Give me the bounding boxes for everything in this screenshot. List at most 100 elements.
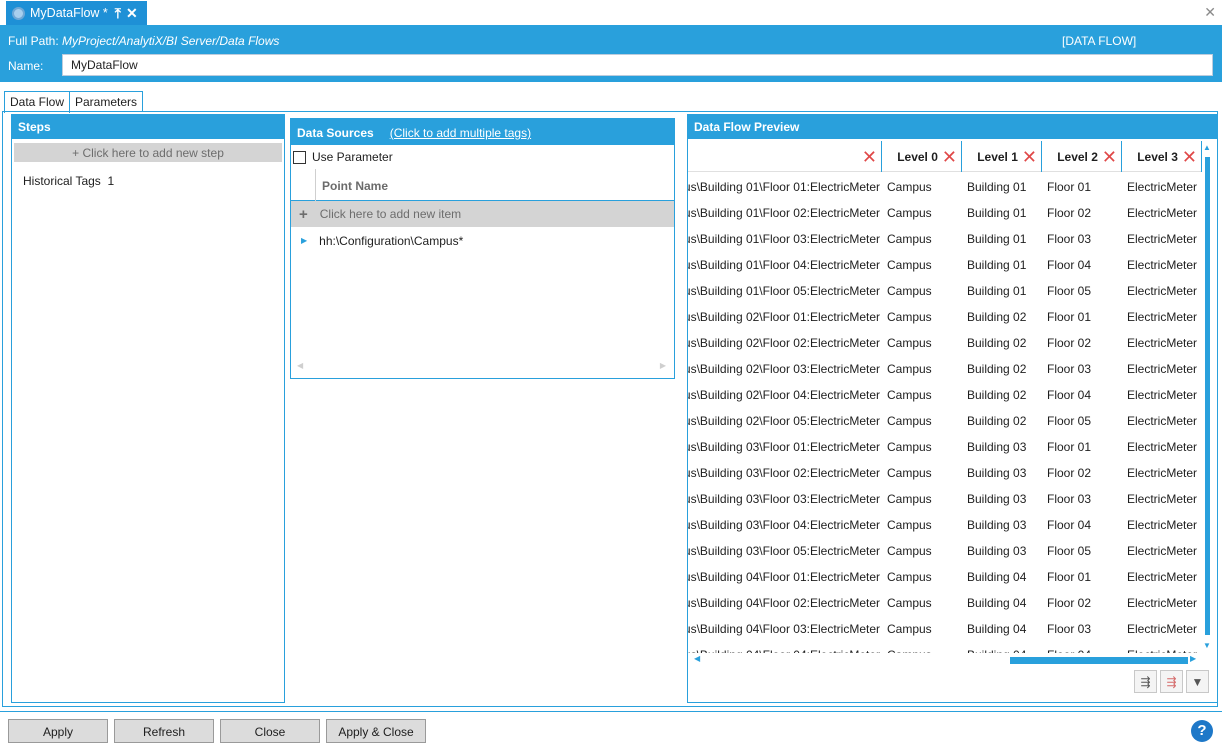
preview-cell-level-0: Campus	[887, 258, 932, 272]
scroll-down-icon[interactable]: ▼	[1203, 641, 1211, 650]
scroll-up-icon[interactable]: ▲	[1203, 143, 1211, 152]
preview-row[interactable]: us\Building 04\Floor 04:ElectricMeter Cam…	[688, 641, 1202, 653]
preview-row[interactable]: us\Building 02\Floor 02:ElectricMeter Cam…	[688, 329, 1202, 355]
preview-panel: Data Flow Preview ✕ Level 0 ✕ Level 1 ✕ …	[687, 114, 1218, 703]
preview-row[interactable]: us\Building 01\Floor 05:ElectricMeter Cam…	[688, 277, 1202, 303]
tab-close-icon[interactable]: ✕	[126, 6, 138, 20]
preview-row[interactable]: us\Building 02\Floor 04:ElectricMeter Cam…	[688, 381, 1202, 407]
preview-cell-path: us\Building 04\Floor 03:ElectricMeter	[688, 622, 880, 636]
remove-column-icon[interactable]: ✕	[1182, 148, 1197, 166]
preview-row[interactable]: us\Building 03\Floor 05:ElectricMeter Cam…	[688, 537, 1202, 563]
preview-cell-path: us\Building 01\Floor 04:ElectricMeter	[688, 258, 880, 272]
preview-cell-level-2: Floor 03	[1047, 362, 1092, 376]
preview-cell-level-3: ElectricMeter	[1127, 622, 1198, 636]
preview-cell-path: us\Building 04\Floor 04:ElectricMeter	[688, 648, 880, 653]
remove-columns-icon[interactable]: ⇶	[1160, 670, 1183, 693]
preview-cell-path: us\Building 03\Floor 04:ElectricMeter	[688, 518, 880, 532]
preview-row[interactable]: us\Building 01\Floor 01:ElectricMeter Cam…	[688, 173, 1202, 199]
preview-row[interactable]: us\Building 04\Floor 01:ElectricMeter Cam…	[688, 563, 1202, 589]
horizontal-scrollbar[interactable]: ◀ ▶	[688, 654, 1200, 665]
preview-row[interactable]: us\Building 03\Floor 01:ElectricMeter Cam…	[688, 433, 1202, 459]
preview-cell-level-3: ElectricMeter	[1127, 596, 1198, 610]
document-tab[interactable]: MyDataFlow * ⤒ ✕	[6, 1, 147, 25]
preview-cell-level-1: Building 03	[967, 466, 1027, 480]
scroll-left-icon[interactable]: ◀	[297, 361, 303, 370]
help-icon[interactable]: ?	[1191, 720, 1213, 742]
preview-cell-path: us\Building 01\Floor 01:ElectricMeter	[688, 180, 880, 194]
add-multiple-tags-link[interactable]: (Click to add multiple tags)	[390, 126, 531, 140]
apply-close-button[interactable]: Apply & Close	[326, 719, 426, 743]
preview-cell-level-3: ElectricMeter	[1127, 570, 1198, 584]
preview-cell-path: us\Building 02\Floor 04:ElectricMeter	[688, 388, 880, 402]
vertical-scrollbar[interactable]: ▲ ▼	[1201, 141, 1213, 653]
preview-cell-level-1: Building 03	[967, 440, 1027, 454]
pin-icon[interactable]: ⤒	[115, 6, 121, 20]
preview-cell-level-2: Floor 04	[1047, 518, 1092, 532]
preview-row[interactable]: us\Building 01\Floor 02:ElectricMeter Cam…	[688, 199, 1202, 225]
point-name-column[interactable]: Point Name	[322, 179, 388, 193]
step-item[interactable]: Historical Tags 1	[12, 162, 284, 188]
expand-columns-icon[interactable]: ⇶	[1134, 670, 1157, 693]
column-header-level-1[interactable]: Level 1 ✕	[962, 141, 1042, 172]
close-all-icon[interactable]: ✕	[1204, 4, 1216, 21]
preview-cell-path: us\Building 04\Floor 01:ElectricMeter	[688, 570, 880, 584]
horizontal-scroll-thumb[interactable]	[1010, 657, 1188, 664]
preview-cell-level-0: Campus	[887, 232, 932, 246]
preview-cell-level-1: Building 02	[967, 388, 1027, 402]
refresh-button[interactable]: Refresh	[114, 719, 214, 743]
preview-row[interactable]: us\Building 02\Floor 05:ElectricMeter Cam…	[688, 407, 1202, 433]
preview-header: Data Flow Preview	[688, 115, 1217, 139]
preview-cell-level-0: Campus	[887, 518, 932, 532]
scroll-right-icon[interactable]: ▶	[1190, 654, 1196, 663]
column-header-level-2[interactable]: Level 2 ✕	[1042, 141, 1122, 172]
preview-row[interactable]: us\Building 01\Floor 04:ElectricMeter Cam…	[688, 251, 1202, 277]
source-row[interactable]: ▶ hh:\Configuration\Campus*	[291, 227, 674, 254]
footer-bar: Apply Refresh Close Apply & Close ?	[0, 711, 1222, 750]
use-parameter-checkbox[interactable]	[293, 150, 306, 164]
remove-column-icon[interactable]: ✕	[942, 148, 957, 166]
steps-header: Steps	[12, 115, 284, 139]
apply-button[interactable]: Apply	[8, 719, 108, 743]
data-sources-title: Data Sources	[297, 126, 374, 140]
preview-cell-path: us\Building 04\Floor 02:ElectricMeter	[688, 596, 880, 610]
remove-column-icon[interactable]: ✕	[862, 148, 877, 166]
preview-grid: ✕ Level 0 ✕ Level 1 ✕ Level 2 ✕ Level 3 …	[688, 141, 1202, 653]
preview-cell-level-2: Floor 02	[1047, 466, 1092, 480]
preview-cell-path: us\Building 01\Floor 02:ElectricMeter	[688, 206, 880, 220]
column-header-level-0[interactable]: Level 0 ✕	[882, 141, 962, 172]
scroll-right-icon[interactable]: ▶	[660, 361, 666, 370]
remove-column-icon[interactable]: ✕	[1022, 148, 1037, 166]
column-header-path[interactable]: ✕	[688, 141, 882, 172]
preview-cell-level-1: Building 04	[967, 570, 1027, 584]
close-button[interactable]: Close	[220, 719, 320, 743]
preview-cell-path: us\Building 02\Floor 01:ElectricMeter	[688, 310, 880, 324]
add-step-button[interactable]: + Click here to add new step	[14, 143, 282, 162]
preview-cell-level-1: Building 02	[967, 362, 1027, 376]
preview-cell-path: us\Building 01\Floor 03:ElectricMeter	[688, 232, 880, 246]
preview-row[interactable]: us\Building 02\Floor 01:ElectricMeter Cam…	[688, 303, 1202, 329]
remove-column-icon[interactable]: ✕	[1102, 148, 1117, 166]
preview-cell-level-0: Campus	[887, 284, 932, 298]
preview-cell-level-3: ElectricMeter	[1127, 544, 1198, 558]
preview-row[interactable]: us\Building 04\Floor 03:ElectricMeter Cam…	[688, 615, 1202, 641]
preview-row[interactable]: us\Building 02\Floor 03:ElectricMeter Cam…	[688, 355, 1202, 381]
preview-row[interactable]: us\Building 04\Floor 02:ElectricMeter Cam…	[688, 589, 1202, 615]
preview-row[interactable]: us\Building 03\Floor 03:ElectricMeter Cam…	[688, 485, 1202, 511]
dataflow-gear-icon	[12, 6, 25, 20]
use-parameter-row[interactable]: Use Parameter	[291, 145, 674, 169]
preview-row[interactable]: us\Building 03\Floor 04:ElectricMeter Cam…	[688, 511, 1202, 537]
source-point-name: hh:\Configuration\Campus*	[319, 233, 464, 248]
tab-data-flow[interactable]: Data Flow	[4, 91, 71, 113]
preview-cell-level-2: Floor 04	[1047, 388, 1092, 402]
column-header-level-3[interactable]: Level 3 ✕	[1122, 141, 1202, 172]
name-field[interactable]	[62, 54, 1213, 76]
use-parameter-label: Use Parameter	[312, 150, 393, 164]
scroll-left-icon[interactable]: ◀	[694, 654, 700, 663]
preview-row[interactable]: us\Building 01\Floor 03:ElectricMeter Cam…	[688, 225, 1202, 251]
vertical-scroll-thumb[interactable]	[1205, 157, 1210, 635]
filter-icon[interactable]: ▼	[1186, 670, 1209, 693]
add-item-row[interactable]: + Click here to add new item	[291, 201, 674, 227]
tab-parameters[interactable]: Parameters	[69, 91, 144, 112]
expand-arrow-icon[interactable]: ▶	[301, 236, 307, 245]
preview-row[interactable]: us\Building 03\Floor 02:ElectricMeter Cam…	[688, 459, 1202, 485]
